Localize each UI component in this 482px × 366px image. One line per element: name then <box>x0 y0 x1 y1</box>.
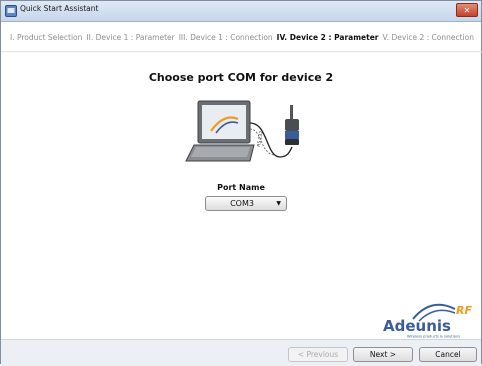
step-product-selection: I. Product Selection <box>10 32 83 42</box>
step-device2-connection: V. Device 2 : Connection <box>382 32 474 42</box>
chevron-down-icon: ▼ <box>276 200 281 207</box>
logo-brand: Adeunis <box>383 317 451 335</box>
cancel-button[interactable]: Cancel <box>419 347 477 362</box>
close-icon: ✕ <box>463 6 471 15</box>
app-icon <box>5 5 17 17</box>
step-device1-parameter: II. Device 1 : Parameter <box>86 32 175 42</box>
window-title: Quick Start Assistant <box>20 4 99 13</box>
logo-tagline: Wireless products & solutions <box>407 335 460 339</box>
adeunis-logo: RF Adeunis Wireless products & solutions <box>383 303 472 339</box>
step-device1-connection: III. Device 1 : Connection <box>178 32 273 42</box>
laptop-icon <box>185 100 255 162</box>
laptop-device-illustration: RS 232 <box>185 100 299 162</box>
page-heading: Choose port COM for device 2 <box>148 71 334 84</box>
previous-button[interactable]: < Previous <box>288 347 348 362</box>
radio-device-icon <box>285 105 299 145</box>
wizard-steps: I. Product Selection II. Device 1 : Para… <box>1 23 482 52</box>
next-button[interactable]: Next > <box>353 347 413 362</box>
title-bar[interactable]: Quick Start Assistant ✕ <box>1 1 481 22</box>
quick-start-window: Quick Start Assistant ✕ I. Product Selec… <box>0 0 482 366</box>
port-name-value: COM3 <box>230 199 254 208</box>
footer-bar: < Previous Next > Cancel <box>1 339 481 366</box>
logo-suffix: RF <box>456 304 472 317</box>
close-button[interactable]: ✕ <box>456 3 478 17</box>
port-name-select[interactable]: COM3 ▼ <box>205 196 287 211</box>
step-device2-parameter: IV. Device 2 : Parameter <box>276 32 379 42</box>
port-name-label: Port Name <box>217 183 265 192</box>
